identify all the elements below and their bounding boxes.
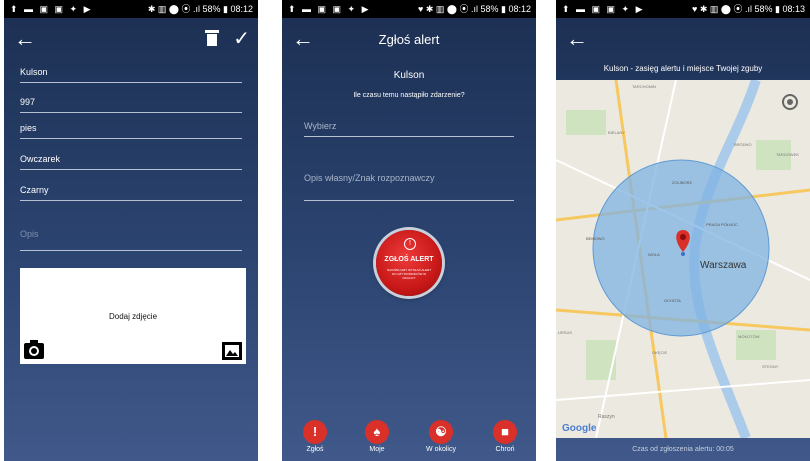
back-arrow-icon[interactable]: ← [14,28,36,50]
time-question: Ile czasu temu nastąpiło zdarzenie? [353,92,465,99]
alert-elapsed-time: Czas od zgłoszenia alertu: 00:05 [632,446,734,453]
pet-name: Kulson [393,70,425,81]
pet-breed-field[interactable]: Owczarek [20,151,242,170]
pet-number-field[interactable]: 997 [20,94,242,113]
alert-button-subtext: NACIŚNIJ ABY WYSŁAĆ ALERT DO UŻYTKOWNIKÓ… [386,268,432,280]
nav-mine[interactable]: ♠ Moje [352,420,402,453]
nav-label: Chroń [495,446,515,453]
nav-label: Moje [369,446,385,453]
app-bar: ← ✓ [4,18,258,62]
map-label-tarchomin: TARCHOMIN [632,84,656,89]
pet-name-field[interactable]: Kulson [20,64,242,83]
map-graphic [556,80,810,438]
map-label-raszyn: Raszyn [598,414,615,420]
nav-nearby[interactable]: ☯ W okolicy [416,420,466,453]
map-label-okecie: OKĘCIE [652,350,668,355]
map-label-ochota: OCHOTA [664,298,681,303]
app-bar: ← [556,18,810,62]
time-select[interactable]: Wybierz [304,118,514,137]
alert-map-screen: ⬆ ▬ ▣ ▣ ✦ ▶ ♥ ✱ ▥ ⬤ ⦿ .ıl 58% ▮ 08:13 ← … [556,0,810,461]
status-right-info: ♥ ✱ ▥ ⬤ ⦿ .ıl 58% ▮ 08:12 [418,4,531,14]
alert-icon: ! [404,238,416,250]
map-header: Kulson - zasięg alertu i miejsce Twojej … [603,64,763,73]
status-right-info: ✱ ▥ ⬤ ⦿ .ıl 58% ▮ 08:12 [147,4,253,14]
alert-icon: ! [303,420,327,444]
trash-icon[interactable] [205,30,219,46]
status-bar: ⬆ ▬ ▣ ▣ ✦ ▶ ♥ ✱ ▥ ⬤ ⦿ .ıl 58% ▮ 08:12 [282,0,536,18]
status-bar: ⬆ ▬ ▣ ▣ ✦ ▶ ♥ ✱ ▥ ⬤ ⦿ .ıl 58% ▮ 08:13 [556,0,810,18]
status-left-icons: ⬆ ▬ ▣ ▣ ✦ ▶ [10,4,93,14]
map-label-stegny: STEGNY [762,364,779,369]
edit-pet-screen: ⬆ ▬ ▣ ▣ ✦ ▶ ✱ ▥ ⬤ ⦿ .ıl 58% ▮ 08:12 ← ✓ … [4,0,258,461]
map-label-targowek: TARGÓWEK [776,152,800,157]
nav-report[interactable]: ! Zgłoś [290,420,340,453]
add-photo-label: Dodaj zdjęcie [108,312,158,321]
status-left-icons: ⬆ ▬ ▣ ▣ ✦ ▶ [288,4,371,14]
report-alert-button[interactable]: ! ZGŁOŚ ALERT NACIŚNIJ ABY WYSŁAĆ ALERT … [376,230,442,296]
back-arrow-icon[interactable]: ← [566,28,588,50]
map-label-bemowo: BEMOWO [586,236,605,241]
gallery-icon[interactable] [222,342,242,360]
pet-species-field[interactable]: pies [20,120,242,139]
shield-icon: ■ [493,420,517,444]
status-left-icons: ⬆ ▬ ▣ ▣ ✦ ▶ [562,4,645,14]
camera-icon[interactable] [24,340,44,359]
pet-color-field[interactable]: Czarny [20,182,242,201]
map-view[interactable]: Warszawa TARCHOMIN BIELANY BRÓDNO TARGÓW… [556,80,810,438]
app-bar: ← Zgłoś alert [282,18,536,62]
map-label-ursus: URSUS [558,330,573,335]
pets-icon: ♠ [365,420,389,444]
map-label-mokotow: MOKOTÓW [738,334,760,339]
add-photo-area[interactable]: Dodaj zdjęcie [20,268,246,364]
map-label-brodno: BRÓDNO [734,142,752,147]
map-label-wola: WOLA [648,252,660,257]
nav-label: Zgłoś [306,446,324,453]
city-label: Warszawa [700,260,747,271]
status-bar: ⬆ ▬ ▣ ▣ ✦ ▶ ✱ ▥ ⬤ ⦿ .ıl 58% ▮ 08:12 [4,0,258,18]
checkmark-icon[interactable]: ✓ [233,26,250,51]
status-right-info: ♥ ✱ ▥ ⬤ ⦿ .ıl 58% ▮ 08:13 [692,4,805,14]
own-description-field[interactable]: Opis własny/Znak rozpoznawczy [304,170,514,201]
page-title: Zgłoś alert [378,32,440,47]
map-label-bielany: BIELANY [608,130,625,135]
description-field[interactable]: Opis [20,226,242,251]
map-label-praga: PRAGA PÓŁNOC [706,222,738,227]
alert-button-label: ZGŁOŚ ALERT [384,256,434,263]
google-logo: Google [562,423,597,434]
report-alert-screen: ⬆ ▬ ▣ ▣ ✦ ▶ ♥ ✱ ▥ ⬤ ⦿ .ıl 58% ▮ 08:12 ← … [282,0,536,461]
nav-protect[interactable]: ■ Chroń [480,420,530,453]
map-label-zoliborz: ŻOLIBORZ [672,180,693,185]
nav-label: W okolicy [426,446,456,453]
my-location-icon[interactable] [782,94,798,110]
globe-icon: ☯ [429,420,453,444]
